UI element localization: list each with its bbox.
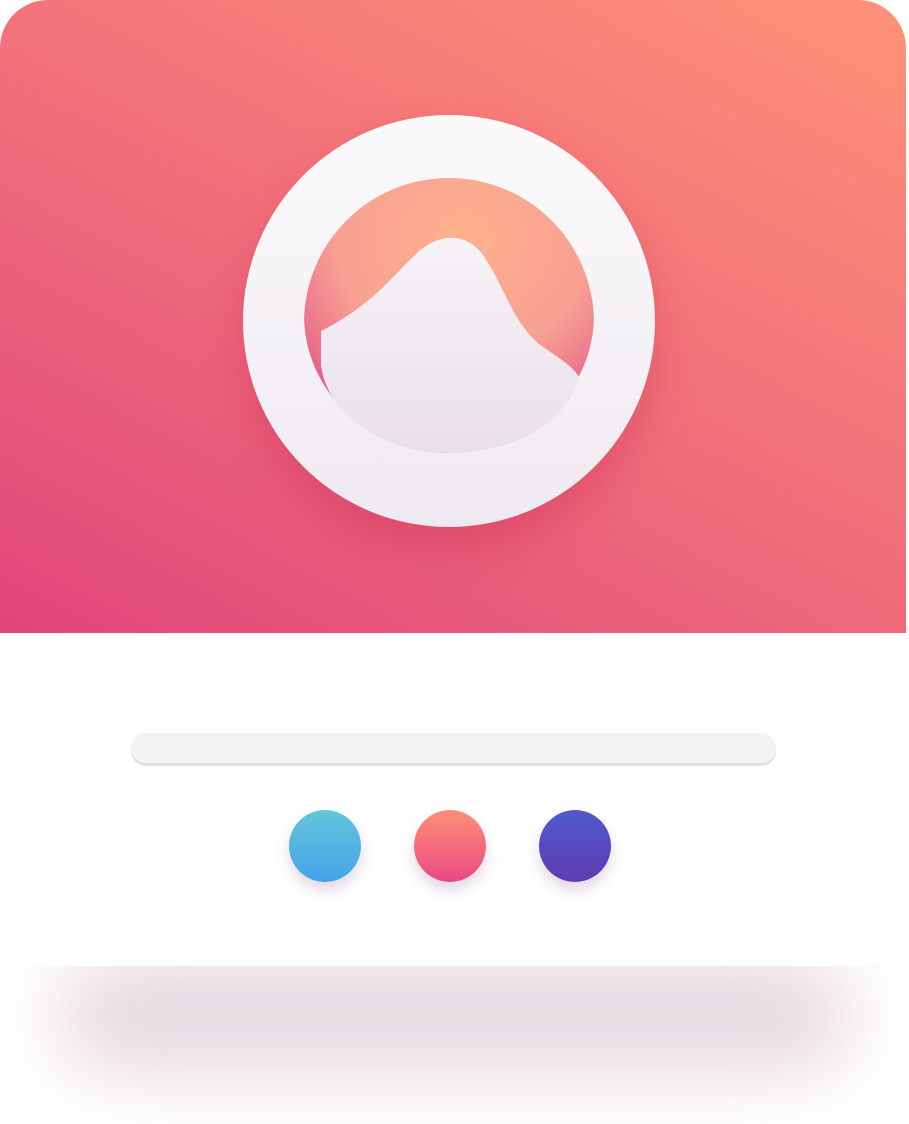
name-placeholder-bar xyxy=(131,733,776,763)
color-option-coral[interactable] xyxy=(414,810,486,882)
card-body xyxy=(0,633,906,966)
color-option-blue[interactable] xyxy=(289,810,361,882)
user-avatar-icon xyxy=(304,178,594,453)
card-header xyxy=(0,0,906,633)
avatar[interactable] xyxy=(243,115,655,527)
profile-card-illustration xyxy=(0,0,909,1124)
card-shadow xyxy=(60,960,850,1070)
profile-card xyxy=(0,0,906,966)
color-option-indigo[interactable] xyxy=(539,810,611,882)
